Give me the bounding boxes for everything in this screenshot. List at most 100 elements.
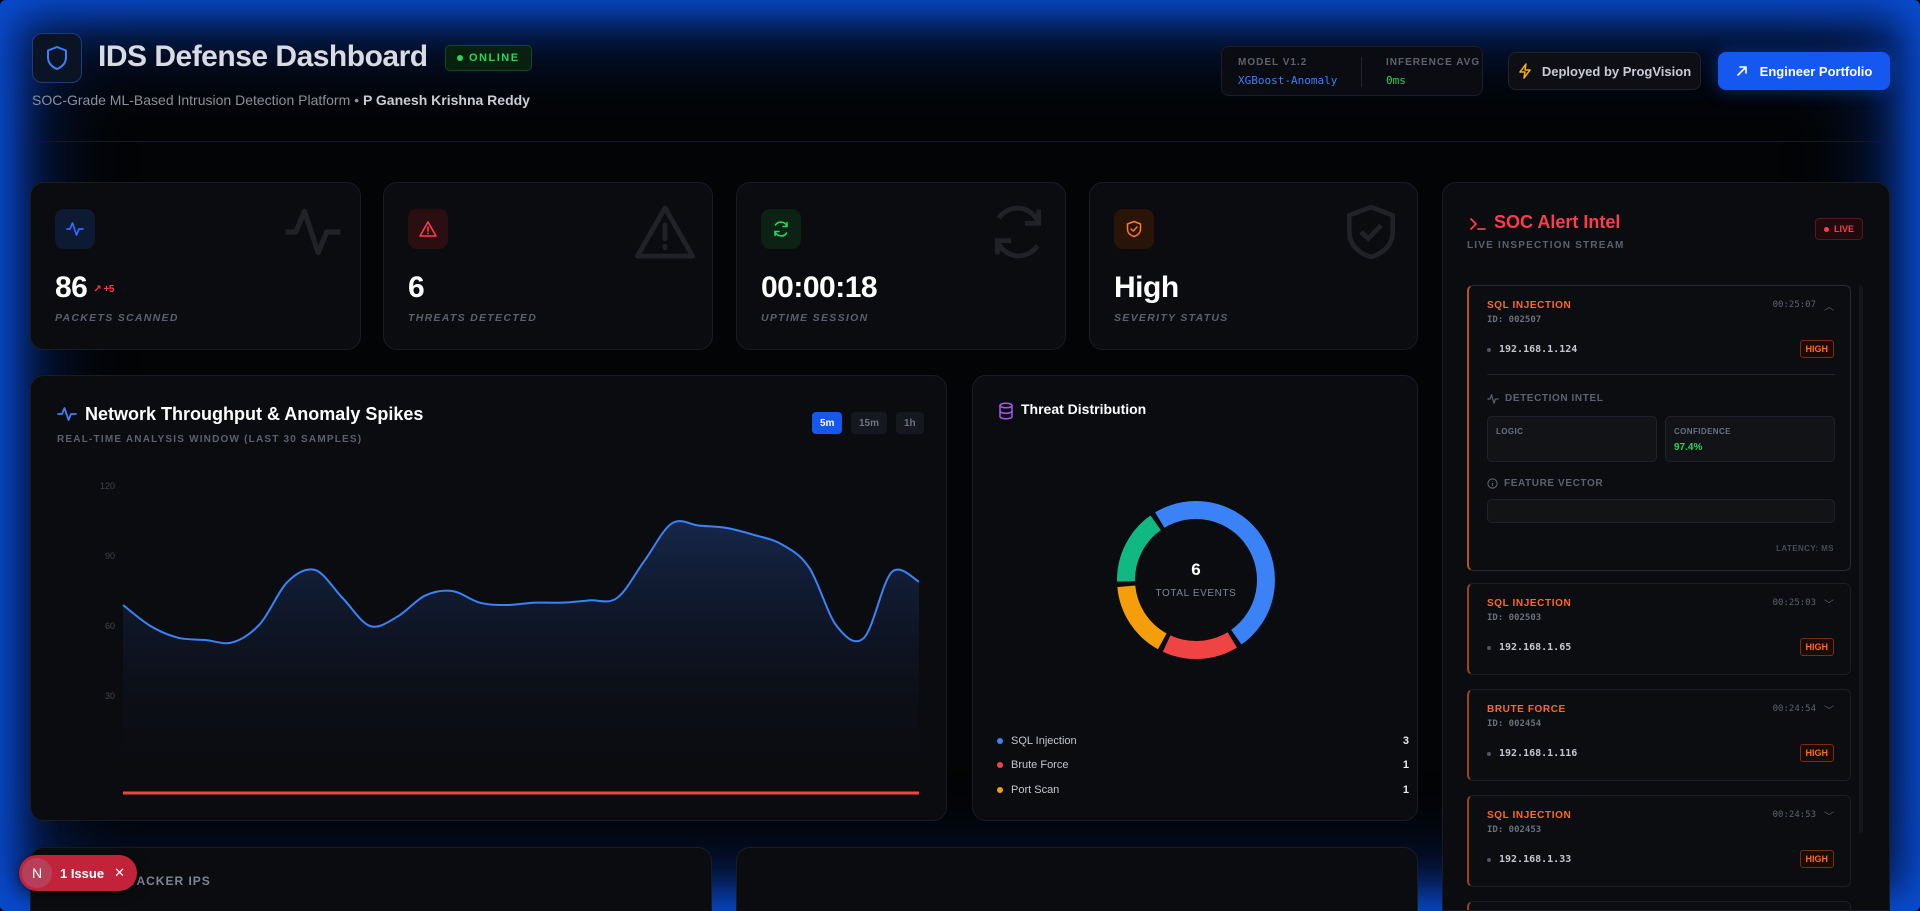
divider (1361, 57, 1362, 87)
stat-icon-box (55, 209, 95, 249)
engineer-portfolio-button[interactable]: Engineer Portfolio (1718, 52, 1890, 90)
portfolio-label: Engineer Portfolio (1759, 63, 1873, 79)
severity-badge: HIGH (1799, 340, 1834, 358)
severity-badge: HIGH (1799, 850, 1834, 868)
legend-dot (997, 738, 1003, 744)
activity-icon (1487, 393, 1499, 404)
legend-name: SQL Injection (1011, 735, 1077, 747)
avatar: N (22, 858, 52, 888)
stat-card-threats: 6 THREATS DETECTED (383, 182, 713, 350)
alert-ip: 192.168.1.33 (1487, 854, 1571, 865)
live-badge: LIVE (1815, 218, 1864, 240)
legend-dot (997, 762, 1003, 768)
legend-item: Port Scan 1 (997, 782, 1409, 798)
page-subtitle: SOC-Grade ML-Based Intrusion Detection P… (32, 92, 530, 108)
confidence-label: CONFIDENCE (1674, 427, 1731, 436)
throughput-chart: 120 90 60 30 (100, 481, 920, 795)
refresh-icon (774, 221, 788, 237)
stat-label: SEVERITY STATUS (1114, 312, 1229, 324)
stat-value: 00:00:18 (761, 271, 878, 304)
legend-count: 1 (1402, 759, 1409, 771)
alert-time: 00:25:03 (1772, 598, 1816, 608)
legend-count: 3 (1402, 735, 1409, 747)
inference-col: INFERENCE AVG 0ms (1386, 57, 1480, 87)
model-label: MODEL V1.2 (1238, 57, 1308, 68)
issue-toast[interactable]: N 1 Issue ✕ (19, 855, 137, 891)
alert-scrollbar[interactable] (1859, 285, 1863, 833)
model-col: MODEL V1.2 XGBoost-Anomaly (1238, 57, 1337, 87)
y-tick-label: 90 (105, 551, 115, 561)
stat-delta: ↗ +5 (93, 283, 115, 295)
stat-card-uptime: 00:00:18 UPTIME SESSION (736, 182, 1066, 350)
alert-card-partial[interactable] (1467, 901, 1851, 910)
threat-donut-chart (1117, 501, 1275, 659)
deployed-by-button[interactable]: Deployed by ProgVision (1508, 52, 1701, 90)
threat-distribution-panel: Threat Distribution 6 TOTAL EVENTS SQL I… (972, 375, 1418, 821)
stat-label: UPTIME SESSION (761, 312, 869, 324)
donut-slice-brute-force[interactable] (1162, 632, 1237, 659)
stat-value: 6 (408, 271, 425, 304)
stat-icon-box (408, 209, 448, 249)
alert-time: 00:25:07 (1772, 300, 1816, 310)
alert-type: SQL INJECTION (1487, 598, 1572, 609)
alert-type: SQL INJECTION (1487, 300, 1572, 311)
stat-value: 86 ↗ +5 (55, 271, 114, 305)
throughput-panel: Network Throughput & Anomaly Spikes REAL… (30, 375, 947, 821)
delta-value: +5 (103, 283, 115, 295)
lightning-icon (1519, 63, 1531, 79)
divider (1487, 374, 1835, 375)
header: IDS Defense Dashboard ONLINE SOC-Grade M… (30, 30, 1890, 142)
detection-intel-heading: DETECTION INTEL (1487, 393, 1603, 404)
status-text: ONLINE (469, 52, 520, 64)
shield-check-icon (1126, 220, 1142, 238)
issue-count: 1 Issue (60, 865, 105, 881)
soc-subtitle: LIVE INSPECTION STREAM (1467, 240, 1625, 251)
inference-label: INFERENCE AVG (1386, 57, 1481, 68)
stat-label: THREATS DETECTED (408, 312, 538, 324)
subtitle-separator: • (354, 92, 360, 108)
stat-label: PACKETS SCANNED (55, 312, 179, 324)
subtitle-text: SOC-Grade ML-Based Intrusion Detection P… (32, 92, 351, 108)
donut-total-label: TOTAL EVENTS (1155, 588, 1237, 599)
chevron-down-icon[interactable]: ﹀ (1824, 702, 1834, 717)
legend-dot (997, 787, 1003, 793)
soc-title: SOC Alert Intel (1494, 212, 1621, 232)
legend-count: 1 (1402, 784, 1409, 796)
refresh-bg-icon (987, 201, 1049, 268)
logic-box: LOGIC (1487, 416, 1657, 462)
feature-vector-label: FEATURE VECTOR (1504, 478, 1604, 489)
model-info: MODEL V1.2 XGBoost-Anomaly INFERENCE AVG… (1221, 46, 1483, 96)
info-icon (1487, 478, 1498, 489)
live-text: LIVE (1834, 224, 1855, 234)
alert-type: SQL INJECTION (1487, 810, 1572, 821)
severity-badge: HIGH (1799, 638, 1834, 656)
y-tick-label: 60 (105, 621, 115, 631)
bottom-panel-right (736, 847, 1418, 911)
alert-card[interactable]: BRUTE FORCE 00:24:54 ﹀ ID: 002454 192.16… (1467, 689, 1851, 781)
latency-text: LATENCY: MS (1776, 544, 1834, 553)
alert-card-expanded[interactable]: SQL INJECTION 00:25:07 ︿ ID: 002507 192.… (1467, 285, 1851, 571)
live-dot (1824, 226, 1829, 232)
author-name: P Ganesh Krishna Reddy (362, 92, 530, 108)
legend-item: Brute Force 1 (997, 757, 1409, 773)
chevron-down-icon[interactable]: ﹀ (1824, 596, 1834, 611)
chevron-down-icon[interactable]: ﹀ (1824, 808, 1834, 823)
alert-triangle-icon (419, 221, 437, 237)
activity-bg-icon (282, 201, 344, 268)
alert-id: ID: 002507 (1487, 315, 1542, 325)
alert-time: 00:24:53 (1772, 810, 1816, 820)
terminal-icon (1470, 218, 1486, 230)
alert-triangle-bg-icon (634, 201, 696, 268)
chevron-up-icon[interactable]: ︿ (1824, 298, 1834, 313)
alert-card[interactable]: SQL INJECTION 00:24:53 ﹀ ID: 002453 192.… (1467, 795, 1851, 887)
status-dot (457, 55, 463, 61)
soc-alert-panel: SOC Alert Intel LIVE INSPECTION STREAM L… (1442, 182, 1890, 911)
status-badge: ONLINE (445, 45, 532, 71)
alert-card[interactable]: SQL INJECTION 00:25:03 ﹀ ID: 002503 192.… (1467, 583, 1851, 675)
legend-name: Port Scan (1011, 784, 1060, 796)
alert-type: BRUTE FORCE (1487, 704, 1566, 715)
close-icon[interactable]: ✕ (114, 865, 125, 881)
y-tick-label: 120 (100, 481, 115, 491)
severity-badge: HIGH (1799, 744, 1834, 762)
legend-name: Brute Force (1011, 759, 1069, 771)
